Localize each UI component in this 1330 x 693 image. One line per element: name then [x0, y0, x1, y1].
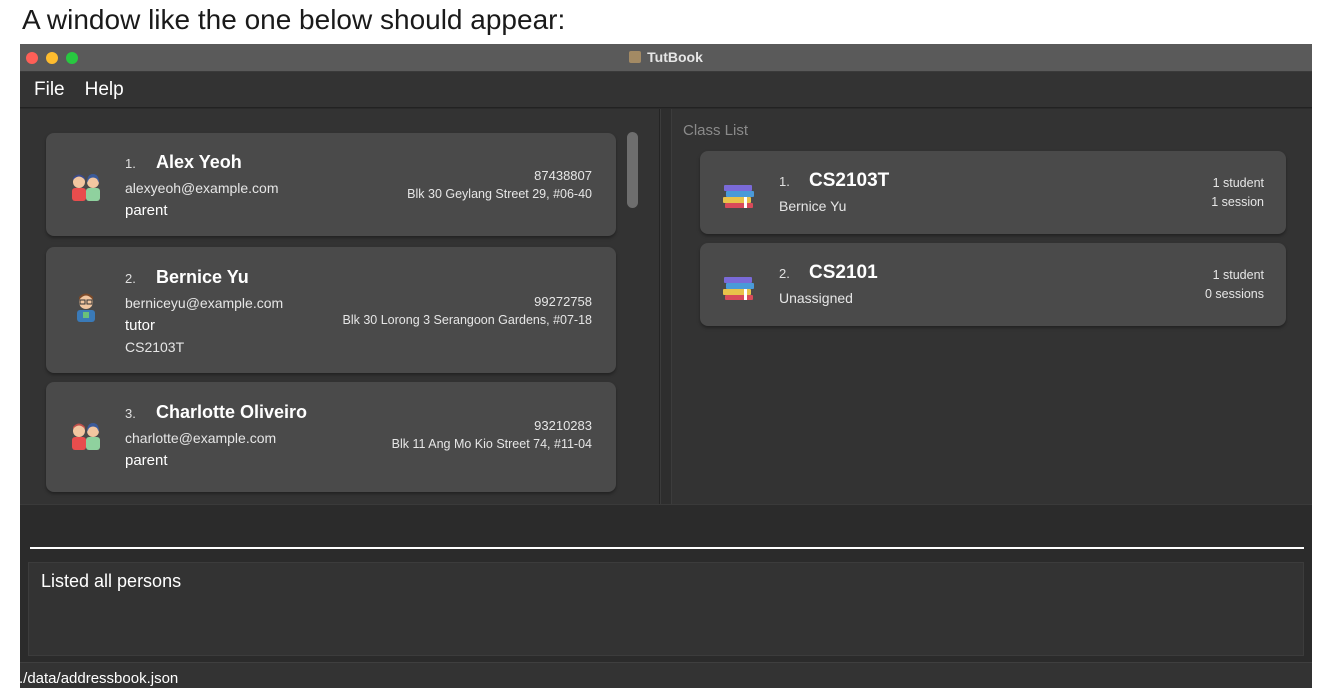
person-address: Blk 11 Ang Mo Kio Street 74, #11-04 [391, 437, 592, 451]
command-box [20, 504, 1312, 556]
split-pane-divider[interactable] [660, 109, 672, 504]
person-card[interactable]: 2. Bernice Yu berniceyu@example.com tuto… [46, 247, 616, 373]
person-address: Blk 30 Lorong 3 Serangoon Gardens, #07-1… [342, 313, 592, 327]
person-list-scrollbar[interactable] [627, 132, 638, 208]
person-class: CS2103T [125, 339, 185, 355]
main-content: 1. Alex Yeoh alexyeoh@example.com parent… [20, 109, 1312, 504]
person-card[interactable]: 3. Charlotte Oliveiro charlotte@example.… [46, 382, 616, 492]
person-index: 1. [125, 156, 136, 171]
parent-avatar-icon [72, 174, 100, 201]
person-address: Blk 30 Geylang Street 29, #06-40 [407, 187, 592, 201]
class-card[interactable]: 1. CS2103T Bernice Yu 1 student 1 sessio… [700, 151, 1286, 234]
class-student-count: 1 student [1212, 268, 1264, 282]
books-icon [723, 185, 754, 208]
menu-help[interactable]: Help [85, 79, 124, 101]
class-index: 1. [779, 174, 790, 189]
app-window: TutBook File Help 1. Alex Yeoh alexyeoh@… [20, 44, 1312, 688]
person-index: 3. [125, 406, 136, 421]
window-title: TutBook [20, 49, 1312, 65]
person-index: 2. [125, 271, 136, 286]
person-phone: 99272758 [534, 294, 592, 309]
person-role: parent [125, 452, 168, 469]
person-email: alexyeoh@example.com [125, 180, 279, 196]
person-name: Alex Yeoh [156, 152, 242, 172]
menu-bar: File Help [20, 72, 1312, 108]
person-list-panel[interactable]: 1. Alex Yeoh alexyeoh@example.com parent… [20, 109, 660, 504]
window-title-text: TutBook [647, 49, 703, 65]
result-display[interactable]: Listed all persons [28, 562, 1304, 656]
class-list-title: Class List [683, 122, 749, 139]
page-caption: A window like the one below should appea… [22, 4, 566, 35]
title-bar[interactable]: TutBook [20, 44, 1312, 72]
person-card[interactable]: 1. Alex Yeoh alexyeoh@example.com parent… [46, 133, 616, 236]
tutor-avatar-icon [77, 293, 95, 322]
result-message: Listed all persons [41, 571, 182, 591]
class-session-count: 0 sessions [1204, 287, 1264, 301]
person-role: tutor [125, 317, 156, 334]
person-email: berniceyu@example.com [125, 295, 284, 311]
person-email: charlotte@example.com [125, 430, 277, 446]
parent-avatar-icon [72, 423, 100, 450]
person-name: Bernice Yu [156, 267, 249, 287]
class-code: CS2103T [809, 170, 890, 191]
person-name: Charlotte Oliveiro [156, 402, 308, 422]
class-code: CS2101 [809, 262, 878, 283]
class-session-count: 1 session [1211, 195, 1264, 209]
class-student-count: 1 student [1212, 176, 1264, 190]
class-index: 2. [779, 266, 790, 281]
command-input[interactable] [30, 505, 1304, 549]
books-icon [723, 277, 754, 300]
class-tutor: Unassigned [779, 290, 853, 306]
class-list-panel[interactable]: Class List 1. CS2103T Bernice Yu 1 stude… [672, 109, 1312, 504]
status-bar: ./data/addressbook.json [20, 662, 1312, 688]
class-tutor: Bernice Yu [779, 198, 847, 214]
data-file-path: ./data/addressbook.json [20, 670, 179, 687]
person-phone: 87438807 [534, 168, 592, 183]
menu-file[interactable]: File [34, 79, 65, 101]
app-icon [629, 51, 642, 63]
person-phone: 93210283 [534, 418, 592, 433]
person-role: parent [125, 202, 168, 219]
class-card[interactable]: 2. CS2101 Unassigned 1 student 0 session… [700, 243, 1286, 326]
